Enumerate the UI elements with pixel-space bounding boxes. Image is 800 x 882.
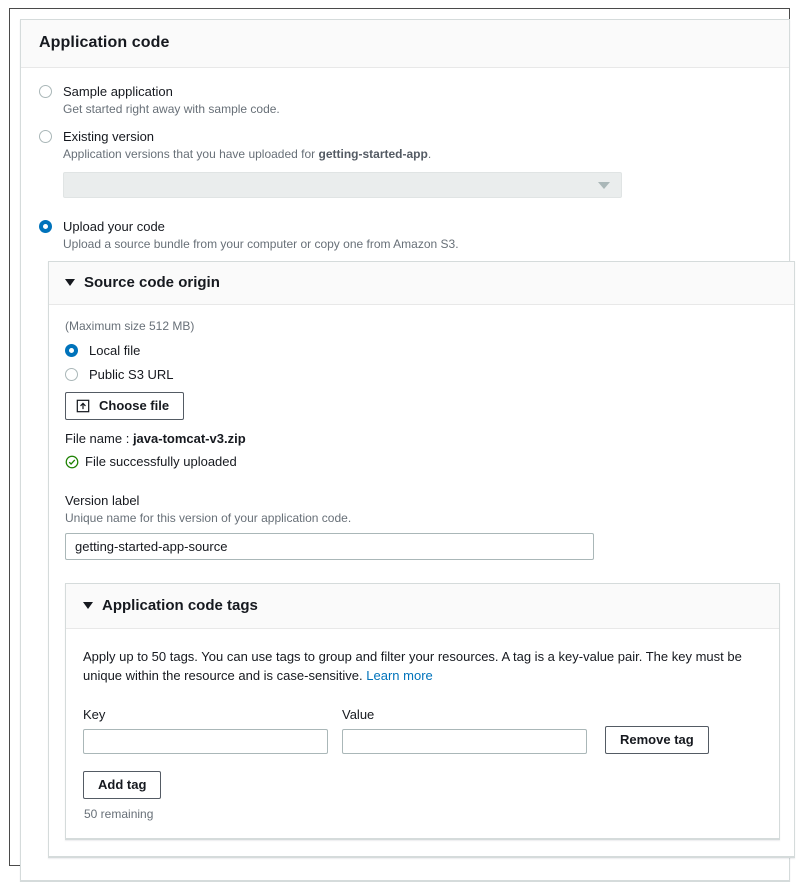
radio-label-upload-your-code: Upload your code xyxy=(63,219,165,234)
application-code-card: Application code Sample application Get … xyxy=(20,19,795,882)
version-label-input[interactable] xyxy=(65,533,594,560)
application-name: getting-started-app xyxy=(318,147,428,161)
radio-option-sample-application[interactable]: Sample application Get started right awa… xyxy=(39,83,771,117)
radio-indicator-existing-version[interactable] xyxy=(39,130,52,143)
choose-file-button[interactable]: Choose file xyxy=(65,392,185,420)
radio-label-existing-version: Existing version xyxy=(63,129,155,144)
radio-indicator-public-s3-url[interactable] xyxy=(65,368,78,381)
add-tag-button[interactable]: Add tag xyxy=(83,771,162,799)
radio-option-public-s3-url[interactable]: Public S3 URL xyxy=(65,366,778,383)
file-name-value: java-tomcat-v3.zip xyxy=(132,431,246,446)
application-code-tags-title: Application code tags xyxy=(102,597,258,614)
upload-status-text: File successfully uploaded xyxy=(85,454,237,469)
chevron-down-icon xyxy=(598,182,610,189)
triangle-down-icon[interactable] xyxy=(65,279,75,286)
tags-remaining-text: 50 remaining xyxy=(84,807,154,821)
triangle-down-icon[interactable] xyxy=(83,602,93,609)
radio-option-local-file[interactable]: Local file xyxy=(65,342,778,359)
radio-label-local-file: Local file xyxy=(89,343,141,358)
tag-row: Key Value Remove tag xyxy=(83,706,762,754)
value-column-label: Value xyxy=(342,707,375,722)
max-size-note: (Maximum size 512 MB) xyxy=(65,319,195,333)
tags-description: Apply up to 50 tags. You can use tags to… xyxy=(83,647,762,685)
radio-label-sample-application: Sample application xyxy=(63,84,173,99)
existing-version-select[interactable] xyxy=(63,172,622,198)
radio-text-group: Upload your code Upload a source bundle … xyxy=(63,218,459,252)
radio-option-existing-version[interactable]: Existing version Application versions th… xyxy=(39,128,771,162)
radio-indicator-local-file[interactable] xyxy=(65,344,78,357)
source-code-origin-body: (Maximum size 512 MB) Local file Public … xyxy=(49,305,794,856)
radio-indicator-upload-your-code[interactable] xyxy=(39,220,52,233)
key-column-label: Key xyxy=(83,707,106,722)
description-prefix: Application versions that you have uploa… xyxy=(63,147,319,161)
choose-file-label: Choose file xyxy=(99,398,170,413)
card-body: Sample application Get started right awa… xyxy=(21,68,795,880)
application-code-tags-body: Apply up to 50 tags. You can use tags to… xyxy=(66,629,779,838)
radio-text-group: Sample application Get started right awa… xyxy=(63,83,280,117)
version-label-label: Version label xyxy=(65,493,140,508)
file-name-row: File name : java-tomcat-v3.zip xyxy=(65,430,778,447)
card-header: Application code xyxy=(21,20,789,68)
upload-icon xyxy=(76,399,90,413)
description-suffix: . xyxy=(427,147,432,161)
tag-key-column: Key xyxy=(83,706,328,754)
application-code-tags-panel: Application code tags Apply up to 50 tag… xyxy=(65,583,780,840)
source-code-origin-title: Source code origin xyxy=(84,274,220,291)
tag-value-column: Value xyxy=(342,706,587,754)
radio-description-upload-your-code: Upload a source bundle from your compute… xyxy=(63,237,459,251)
source-code-origin-header[interactable]: Source code origin xyxy=(49,262,794,305)
screenshot-root: Application code Sample application Get … xyxy=(0,0,800,882)
success-check-icon xyxy=(65,455,79,468)
tag-value-input[interactable] xyxy=(342,729,587,754)
version-label-hint: Unique name for this version of your app… xyxy=(65,511,352,525)
source-code-origin-panel: Source code origin (Maximum size 512 MB)… xyxy=(48,261,795,858)
application-code-tags-header[interactable]: Application code tags xyxy=(66,584,779,629)
learn-more-link[interactable]: Learn more xyxy=(366,668,432,683)
radio-description-existing-version: Application versions that you have uploa… xyxy=(63,146,431,162)
remove-tag-button[interactable]: Remove tag xyxy=(605,726,709,754)
page-title: Application code xyxy=(39,34,170,51)
upload-status-row: File successfully uploaded xyxy=(65,453,778,470)
radio-text-group: Existing version Application versions th… xyxy=(63,128,431,162)
radio-option-upload-your-code[interactable]: Upload your code Upload a source bundle … xyxy=(39,218,771,252)
tag-key-input[interactable] xyxy=(83,729,328,754)
radio-label-public-s3-url: Public S3 URL xyxy=(89,367,174,382)
file-name-label: File name : xyxy=(65,431,130,446)
radio-description-sample-application: Get started right away with sample code. xyxy=(63,102,280,116)
radio-indicator-sample-application[interactable] xyxy=(39,85,52,98)
